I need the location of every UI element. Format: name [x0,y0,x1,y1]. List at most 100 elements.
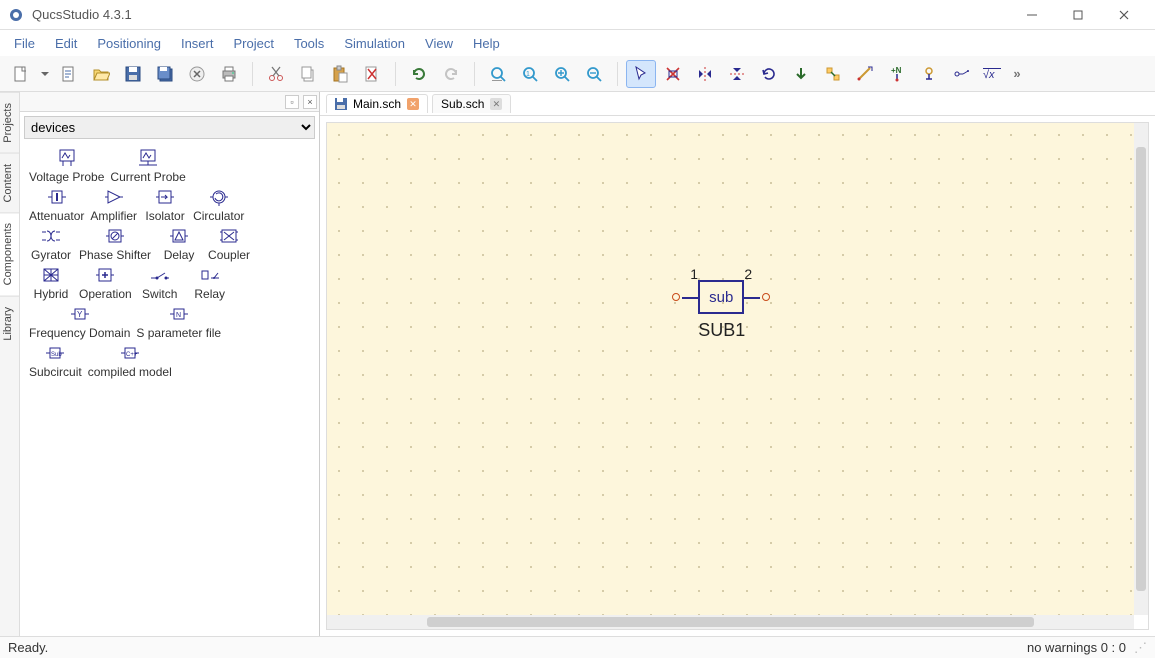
tb-close-icon[interactable] [182,60,212,88]
tb-deactivate-icon[interactable] [658,60,688,88]
tb-mirror-h-icon[interactable] [690,60,720,88]
comp-subcircuit[interactable]: SubSubcircuit [26,342,85,379]
category-dropdown[interactable]: devices [24,116,315,139]
disk-icon [335,98,347,110]
tb-print-icon[interactable] [214,60,244,88]
tb-port-icon[interactable] [914,60,944,88]
menu-tools[interactable]: Tools [284,32,334,55]
tb-redo-icon[interactable] [436,60,466,88]
status-left: Ready. [8,640,48,655]
panel-header: ▫ × [20,92,319,112]
window-close-button[interactable] [1101,0,1147,30]
comp-s-parameter-file[interactable]: NS parameter file [133,303,224,340]
toolbar: 1 +N √x » [0,56,1155,92]
tb-ground-icon[interactable] [946,60,976,88]
comp-gyrator[interactable]: Gyrator [26,225,76,262]
svg-text:1: 1 [526,71,530,78]
comp-frequency-domain[interactable]: YFrequency Domain [26,303,133,340]
svg-text:N: N [176,312,181,319]
component-grid: Voltage Probe Current Probe Attenuator A… [20,143,319,636]
tb-zoom-in-icon[interactable] [547,60,577,88]
comp-current-probe[interactable]: Current Probe [107,147,188,184]
menu-simulation[interactable]: Simulation [334,32,415,55]
comp-circulator[interactable]: Circulator [190,186,247,223]
app-title: QucsStudio 4.3.1 [32,7,132,22]
close-icon[interactable]: ✕ [490,98,502,110]
menu-view[interactable]: View [415,32,463,55]
vtab-components[interactable]: Components [0,212,19,295]
tb-save-icon[interactable] [118,60,148,88]
tb-sep-1 [252,62,253,86]
svg-text:Y: Y [77,310,83,319]
tb-sep-2 [395,62,396,86]
svg-text:+N: +N [891,66,902,75]
comp-relay[interactable]: Relay [185,264,235,301]
tb-delete-icon[interactable] [357,60,387,88]
menu-positioning[interactable]: Positioning [87,32,171,55]
tb-zoom-out-icon[interactable] [579,60,609,88]
schematic-canvas[interactable]: sub 1 2 SUB1 [327,123,1134,615]
side-tab-strip: Projects Content Components Library [0,92,20,636]
vertical-scrollbar[interactable] [1134,123,1148,615]
tb-cut-icon[interactable] [261,60,291,88]
tb-zoom-1-icon[interactable]: 1 [515,60,545,88]
comp-isolator[interactable]: Isolator [140,186,190,223]
comp-operation[interactable]: Operation [76,264,135,301]
file-tab-label: Main.sch [353,97,401,111]
components-panel: ▫ × devices Voltage Probe Current Probe … [20,92,320,636]
schematic-subcircuit-instance[interactable]: sub 1 2 SUB1 [698,280,745,341]
file-tab-main[interactable]: Main.sch ✕ [326,94,428,113]
tb-undo-icon[interactable] [404,60,434,88]
subcircuit-label: SUB1 [698,320,745,341]
tb-save-all-icon[interactable] [150,60,180,88]
comp-coupler[interactable]: Coupler [204,225,254,262]
panel-undock-button[interactable]: ▫ [285,95,299,109]
panel-close-button[interactable]: × [303,95,317,109]
tb-new-text-icon[interactable] [54,60,84,88]
pin-1-label: 1 [690,266,698,282]
tb-open-icon[interactable] [86,60,116,88]
pin-2-label: 2 [744,266,752,282]
title-bar: QucsStudio 4.3.1 [0,0,1155,30]
tb-copy-icon[interactable] [293,60,323,88]
comp-attenuator[interactable]: Attenuator [26,186,87,223]
vtab-content[interactable]: Content [0,153,19,213]
menu-help[interactable]: Help [463,32,510,55]
comp-delay[interactable]: Delay [154,225,204,262]
comp-phase-shifter[interactable]: Phase Shifter [76,225,154,262]
menu-insert[interactable]: Insert [171,32,224,55]
tb-new-icon[interactable] [6,60,36,88]
comp-compiled-model[interactable]: C++compiled model [85,342,175,379]
comp-hybrid[interactable]: Hybrid [26,264,76,301]
tb-cursor-icon[interactable] [626,60,656,88]
tb-paste-icon[interactable] [325,60,355,88]
tb-label-icon[interactable]: +N [882,60,912,88]
horizontal-scrollbar[interactable] [327,615,1134,629]
comp-voltage-probe[interactable]: Voltage Probe [26,147,107,184]
window-maximize-button[interactable] [1055,0,1101,30]
tb-mirror-v-icon[interactable] [722,60,752,88]
vtab-projects[interactable]: Projects [0,92,19,153]
close-icon[interactable]: ✕ [407,98,419,110]
menu-edit[interactable]: Edit [45,32,87,55]
vtab-library[interactable]: Library [0,296,19,351]
app-icon [8,7,24,23]
menu-project[interactable]: Project [223,32,283,55]
resize-grip-icon[interactable]: ⋰ [1134,640,1147,656]
tb-wire-icon[interactable] [850,60,880,88]
status-right: no warnings 0 : 0 [1027,640,1126,655]
tb-align-icon[interactable] [818,60,848,88]
comp-switch[interactable]: Switch [135,264,185,301]
tb-equation-icon[interactable]: √x [978,60,1008,88]
tb-new-dropdown-icon[interactable] [38,60,52,88]
tb-overflow-icon[interactable]: » [1010,66,1024,81]
comp-amplifier[interactable]: Amplifier [87,186,140,223]
window-minimize-button[interactable] [1009,0,1055,30]
tb-zoom-fit-icon[interactable] [483,60,513,88]
file-tab-sub[interactable]: Sub.sch ✕ [432,94,511,113]
sub-box-text: sub [709,289,733,306]
menu-file[interactable]: File [4,32,45,55]
menu-bar: File Edit Positioning Insert Project Too… [0,30,1155,56]
tb-rotate-icon[interactable] [754,60,784,88]
tb-downarrow-icon[interactable] [786,60,816,88]
